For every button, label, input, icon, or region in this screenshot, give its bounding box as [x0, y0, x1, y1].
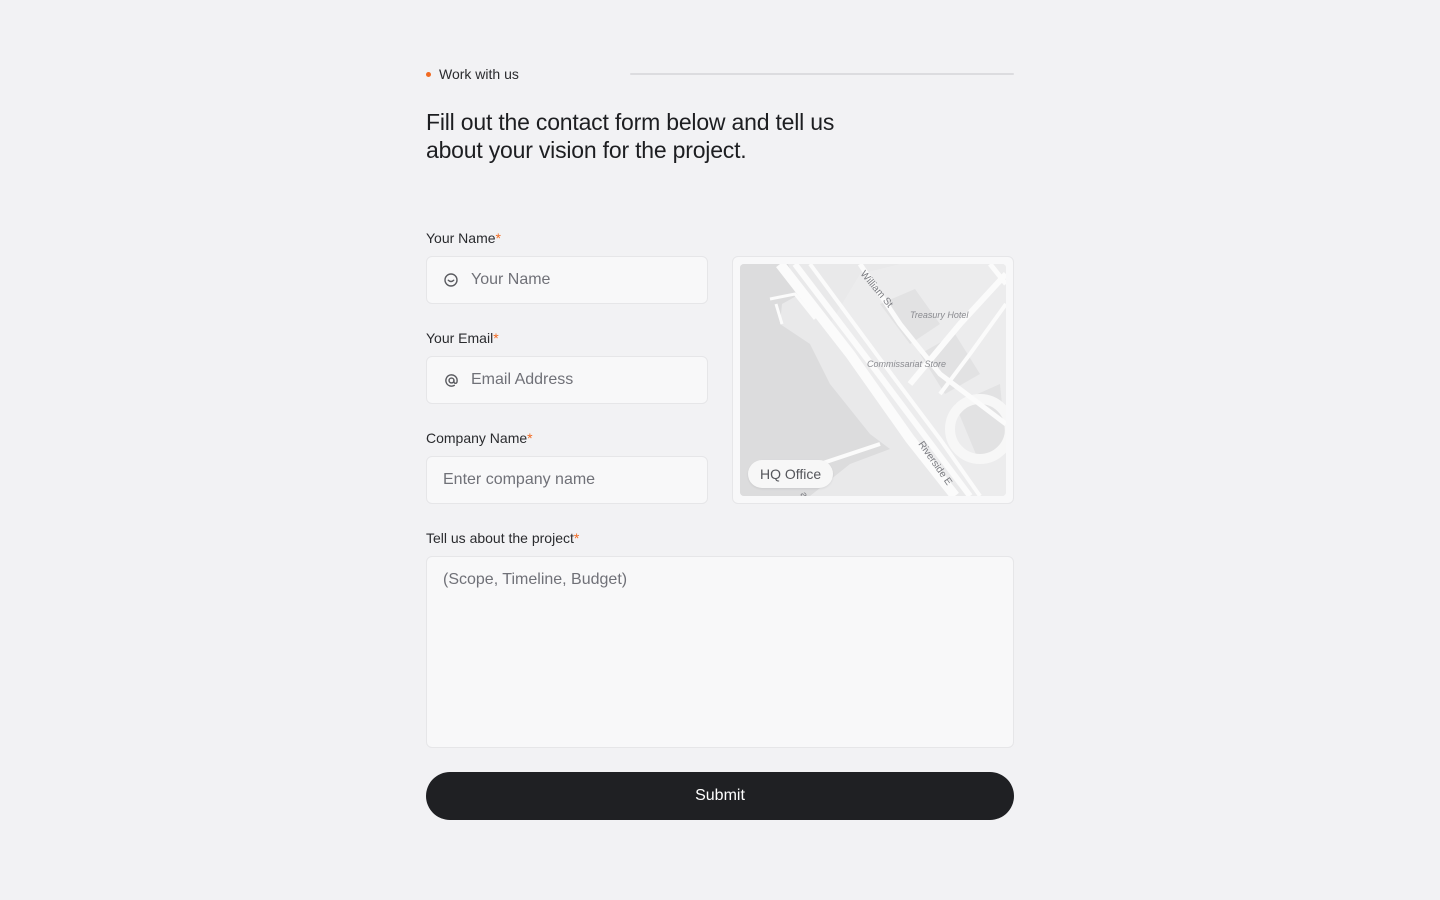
contact-section-header: Work with us Fill out the contact form b…	[426, 60, 1014, 164]
name-placeholder: Your Name	[471, 271, 551, 288]
company-placeholder: Enter company name	[443, 471, 596, 488]
office-map-card[interactable]: William St Treasury Hotel Commissariat S…	[732, 256, 1014, 504]
eyebrow: Work with us	[426, 60, 1014, 88]
email-placeholder: Email Address	[471, 371, 574, 388]
company-field-group: Company Name* Enter company name	[426, 428, 708, 504]
email-label: Your Email*	[426, 330, 499, 346]
required-marker: *	[527, 430, 533, 446]
office-map[interactable]: William St Treasury Hotel Commissariat S…	[740, 264, 1006, 496]
smiley-icon	[443, 272, 459, 288]
required-marker: *	[573, 530, 580, 546]
map-label-treasury: Treasury Hotel	[910, 310, 969, 320]
company-input[interactable]: Enter company name	[426, 456, 708, 504]
project-placeholder: (Scope, Timeline, Budget)	[443, 571, 628, 588]
project-textarea[interactable]: (Scope, Timeline, Budget)	[426, 556, 1014, 748]
email-input[interactable]: Email Address	[426, 356, 708, 404]
eyebrow-divider	[630, 73, 1014, 75]
name-label: Your Name*	[426, 230, 501, 246]
project-label: Tell us about the project*	[426, 530, 580, 546]
page-title: Fill out the contact form below and tell…	[426, 109, 835, 163]
project-field-group: Tell us about the project* (Scope, Timel…	[426, 528, 1014, 748]
submit-button[interactable]: Submit	[426, 772, 1014, 820]
eyebrow-dot	[426, 71, 431, 77]
company-label: Company Name*	[426, 430, 533, 446]
name-input[interactable]: Your Name	[426, 256, 708, 304]
required-marker: *	[493, 330, 499, 346]
at-sign-icon	[443, 372, 459, 388]
name-field-group: Your Name* Your Name	[426, 228, 708, 304]
map-label-commissariat: Commissariat Store	[867, 359, 946, 369]
required-marker: *	[495, 230, 501, 246]
eyebrow-label: Work with us	[439, 66, 519, 82]
map-location-pill[interactable]: HQ Office	[748, 460, 834, 488]
email-field-group: Your Email* Email Address	[426, 328, 708, 404]
